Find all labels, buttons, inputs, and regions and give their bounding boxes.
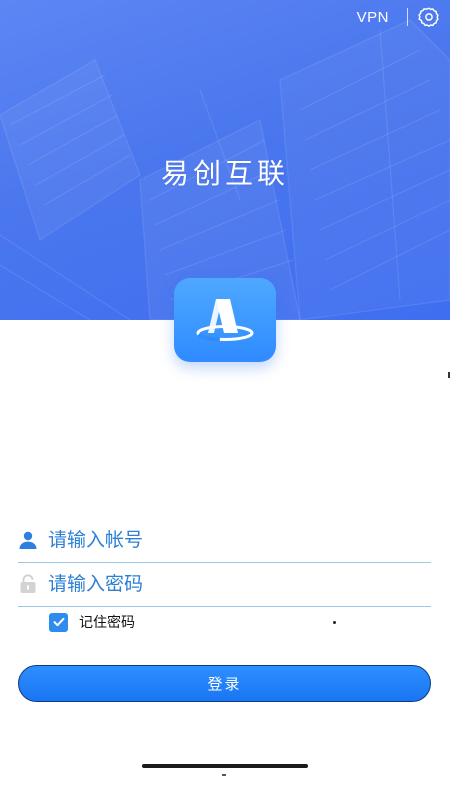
bottom-mark bbox=[222, 774, 226, 776]
account-field bbox=[18, 518, 431, 563]
password-input[interactable] bbox=[48, 568, 431, 600]
gear-icon[interactable] bbox=[418, 6, 440, 28]
app-title: 易创互联 bbox=[160, 157, 289, 190]
lock-icon bbox=[18, 574, 38, 594]
checkmark-icon bbox=[53, 617, 64, 627]
topbar-divider bbox=[407, 8, 408, 26]
hero-banner: VPN 易创互联 bbox=[0, 0, 450, 320]
app-logo-icon bbox=[174, 278, 276, 362]
top-bar: VPN bbox=[357, 6, 440, 28]
home-indicator bbox=[142, 764, 308, 768]
remember-checkbox[interactable] bbox=[49, 612, 68, 632]
remember-label: 记住密码 bbox=[79, 615, 135, 631]
account-input[interactable] bbox=[48, 524, 431, 556]
user-icon bbox=[18, 530, 38, 550]
remember-password-toggle[interactable]: 记住密码 bbox=[49, 612, 135, 632]
decorative-dot bbox=[333, 621, 336, 624]
vpn-button[interactable]: VPN bbox=[357, 9, 389, 26]
login-button[interactable]: 登录 bbox=[18, 665, 431, 702]
password-field bbox=[18, 562, 431, 607]
